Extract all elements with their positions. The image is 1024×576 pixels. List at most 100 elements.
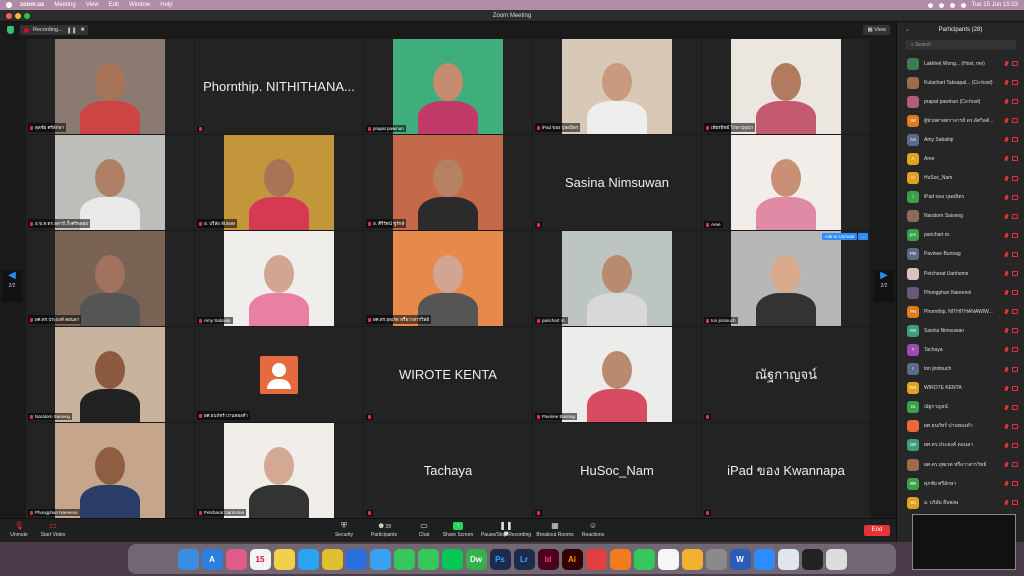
participant-list-item[interactable]: Petcharat Uanhome	[897, 264, 1024, 283]
participant-tile[interactable]: iPad ของ Kwannapa	[702, 423, 870, 518]
more-options-button[interactable]: ...	[858, 233, 868, 240]
dock-app-icon[interactable]: A	[201, 548, 223, 570]
participant-tile[interactable]: iPad ของ บุษยมิตร	[533, 39, 701, 134]
participant-tile[interactable]: Naratorn Saiseng	[26, 327, 194, 422]
dock-app-icon[interactable]: W	[729, 548, 751, 570]
participant-tile[interactable]: เพียรพิชย์ โกษาปุลุณา	[702, 39, 870, 134]
pause-stop-recording-button[interactable]: ❚❚ ■ Pause/Stop Recording	[478, 522, 534, 539]
participant-list-item[interactable]: Lakkhet Wong... (Host, me)	[897, 54, 1024, 73]
dock-app-icon[interactable]: 15	[249, 548, 271, 570]
dock-app-icon[interactable]	[177, 548, 199, 570]
dock-app-icon[interactable]: Lr	[513, 548, 535, 570]
next-page-button[interactable]: ▶ 2/2	[874, 270, 894, 302]
participant-tile[interactable]: อ. ศิริรัตน์ ชูรักษ์	[364, 135, 532, 230]
participant-list-item[interactable]: Phongphan Nareenoi	[897, 283, 1024, 302]
reactions-button[interactable]: ☺ Reactions	[570, 522, 616, 539]
gallery-thumbnail-preview[interactable]	[912, 514, 1016, 570]
dock-app-icon[interactable]	[417, 548, 439, 570]
participant-list-item[interactable]: T Tachaya	[897, 340, 1024, 359]
participant-list-item[interactable]: Naratorn Saiseng	[897, 207, 1024, 226]
dock-app-icon[interactable]	[825, 548, 847, 570]
participant-list-item[interactable]: ผศ.ดร.ยุพเรต หรือวาสารวิทย์	[897, 455, 1024, 474]
menubar-clock[interactable]: Tue 15 Jun 15:23	[972, 2, 1018, 8]
share-screen-button[interactable]: ↑ Share Screen	[435, 522, 481, 538]
wifi-icon[interactable]	[938, 2, 944, 8]
dock-app-icon[interactable]	[681, 548, 703, 570]
pause-recording-icon[interactable]: ❚❚	[67, 27, 77, 34]
chevron-down-icon[interactable]: ⌄	[905, 22, 910, 38]
dock-app-icon[interactable]	[441, 548, 463, 570]
dock-app-icon[interactable]	[273, 548, 295, 570]
participant-list-item[interactable]: PN Phornthip. NITHITHANAWIW...	[897, 302, 1024, 321]
participant-list-item[interactable]: t ton jirotouch	[897, 360, 1024, 379]
menu-help[interactable]: Help	[160, 2, 172, 8]
participant-tile[interactable]: ผศ.ดร.ประยงค์ ดอนลา	[26, 231, 194, 326]
participant-list-item[interactable]: PB Pavinee Bunnag	[897, 245, 1024, 264]
dock-app-icon[interactable]: Id	[537, 548, 559, 570]
dock-app-icon[interactable]	[657, 548, 679, 570]
menu-window[interactable]: Window	[129, 2, 150, 8]
menu-view[interactable]: View	[86, 2, 99, 8]
dock-app-icon[interactable]	[225, 548, 247, 570]
dock-app-icon[interactable]	[345, 548, 367, 570]
apple-icon[interactable]	[6, 2, 12, 8]
dock-app-icon[interactable]	[297, 548, 319, 570]
participant-list-item[interactable]: H HuSoc_Nam	[897, 169, 1024, 188]
menu-meeting[interactable]: Meeting	[54, 2, 75, 8]
dock-app-icon[interactable]	[369, 548, 391, 570]
dock-app-icon[interactable]	[777, 548, 799, 570]
participant-tile[interactable]: Phongphan Nareenoi	[26, 423, 194, 518]
zoom-window-button[interactable]	[24, 13, 30, 19]
dock-app-icon[interactable]	[705, 548, 727, 570]
view-button[interactable]: ▦ View	[863, 25, 890, 35]
participant-list-item[interactable]: ศศ ศุภชัย ศรีลักษา	[897, 474, 1024, 493]
dock-app-icon[interactable]	[585, 548, 607, 570]
participant-tile[interactable]: Sasina Nimsuwan	[533, 135, 701, 230]
dock-app-icon[interactable]: Dw	[465, 548, 487, 570]
menu-edit[interactable]: Edit	[109, 2, 119, 8]
shield-icon[interactable]	[7, 26, 14, 34]
participant-tile[interactable]: parichart m.	[533, 231, 701, 326]
participant-tile[interactable]: ton jirotouch Ask to Unmute...	[702, 231, 870, 326]
participant-list-item[interactable]: A Aree	[897, 149, 1024, 168]
participant-tile[interactable]: Phornthip. NITHITHANA...	[195, 39, 363, 134]
stop-recording-icon[interactable]: ■	[81, 27, 85, 33]
end-meeting-button[interactable]: End	[864, 525, 890, 536]
participant-list-item[interactable]: อบ อ. บริลัย ลีบพงษ	[897, 493, 1024, 512]
menu-app[interactable]: zoom.us	[20, 2, 44, 8]
participant-list-item[interactable]: SN Sasina Nimsuwan	[897, 321, 1024, 340]
participant-list-item[interactable]: Kulachart Taksapal... (Co-host)	[897, 73, 1024, 92]
participant-list-item[interactable]: pm parichart m.	[897, 226, 1024, 245]
participant-list-item[interactable]: i iPad ของ บุษยมิตร	[897, 188, 1024, 207]
dock-app-icon[interactable]	[609, 548, 631, 570]
participant-list-item[interactable]: ผศ.ธนกัทร์ ปานทองคำ	[897, 417, 1024, 436]
status-icon[interactable]	[927, 2, 933, 8]
start-video-button[interactable]: ▭ Start Video	[30, 522, 76, 539]
ask-to-unmute-button[interactable]: Ask to Unmute	[821, 233, 858, 240]
participant-tile[interactable]: prapat pawinun	[364, 39, 532, 134]
participant-tile[interactable]: HuSoc_Nam	[533, 423, 701, 518]
dock-app-icon[interactable]	[321, 548, 343, 570]
dock-app-icon[interactable]	[393, 548, 415, 570]
participant-list-item[interactable]: ผศ ผศ.ดร.ประยงค์ ดอนลา	[897, 436, 1024, 455]
battery-icon[interactable]	[949, 2, 955, 8]
participant-tile[interactable]: Petcharat Uanhome	[195, 423, 363, 518]
search-icon[interactable]	[960, 2, 966, 8]
prev-page-button[interactable]: ◀ 2/2	[2, 270, 22, 302]
participant-search-input[interactable]: ⌕ Search	[905, 40, 1016, 50]
dock-app-icon[interactable]: Ps	[489, 548, 511, 570]
participant-list-item[interactable]: WK WIROTE KENTA	[897, 379, 1024, 398]
dock-app-icon[interactable]	[633, 548, 655, 570]
dock-app-icon[interactable]	[753, 548, 775, 570]
participant-tile[interactable]: ณัฐกาญจน์	[702, 327, 870, 422]
participant-list-item[interactable]: ณ ณัฐกาญจน์	[897, 398, 1024, 417]
participant-list-item[interactable]: ผศ ผู้ช่วยศาสตราจารย์ ดร.อัศวิลต์...	[897, 111, 1024, 130]
participant-tile[interactable]: Tachaya	[364, 423, 532, 518]
participant-tile[interactable]: ผศ.ดร.ยุพเรต หรือวาสารวิทย์	[364, 231, 532, 326]
minimize-window-button[interactable]	[15, 13, 21, 19]
participant-tile[interactable]: ผศ.ธนกัทร์ ปานทองคำ	[195, 327, 363, 422]
participant-tile[interactable]: ดุลชัย ศรีลักษา	[26, 39, 194, 134]
participant-list-item[interactable]: AS Amy Sabaitip	[897, 130, 1024, 149]
participant-tile[interactable]: Amy Sabaitip	[195, 231, 363, 326]
participant-tile[interactable]: อ.ข.ท.ดร.ลดาปี ภิ้งศรีพลอย	[26, 135, 194, 230]
